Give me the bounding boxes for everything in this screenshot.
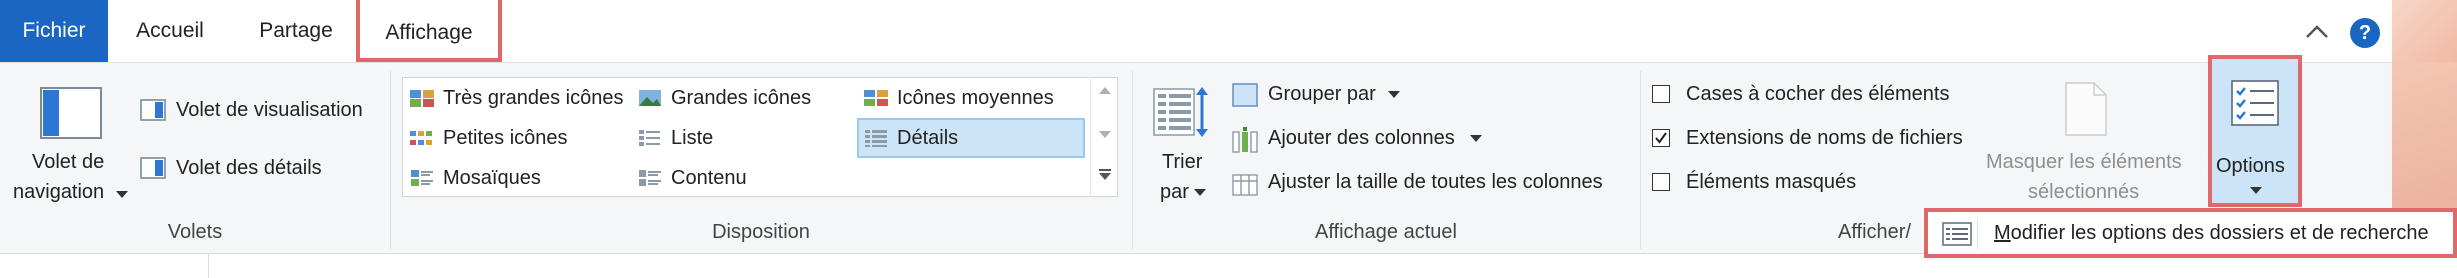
options-dropdown: Modifier les options des dossiers et de … (1924, 208, 2457, 258)
item-checkboxes-checkbox[interactable] (1652, 85, 1670, 103)
layout-tiles[interactable]: Mosaïques (405, 160, 629, 196)
scroll-up-icon[interactable] (1099, 87, 1111, 95)
caret-down-icon[interactable] (1194, 189, 1206, 197)
layout-content[interactable]: Contenu (633, 160, 857, 196)
small-icons-icon (410, 131, 432, 145)
layout-small-icons[interactable]: Petites icônes (405, 120, 629, 156)
gallery-more-icon[interactable] (1099, 169, 1111, 181)
sort-by-label-2[interactable]: par (1160, 181, 1189, 204)
tab-file[interactable]: Fichier (0, 0, 108, 62)
content-icon (639, 170, 661, 186)
navigation-pane-label-2[interactable]: navigation (13, 181, 104, 204)
layout-item-label: Petites icônes (443, 127, 568, 149)
tab-share[interactable]: Partage (252, 0, 340, 62)
file-extensions-checkbox[interactable] (1652, 129, 1670, 147)
tab-home[interactable]: Accueil (128, 0, 212, 62)
layout-gallery: Très grandes icônes Grandes icônes Icône… (402, 77, 1118, 197)
layout-gallery-scroller[interactable] (1090, 77, 1118, 197)
item-checkboxes-label[interactable]: Cases à cocher des éléments (1686, 83, 1949, 106)
file-extensions-label[interactable]: Extensions de noms de fichiers (1686, 127, 1963, 150)
change-folder-search-options-item[interactable]: Modifier les options des dossiers et de … (1994, 222, 2429, 245)
options-button[interactable]: Options (2208, 55, 2302, 207)
caret-down-icon[interactable] (1470, 135, 1482, 143)
large-icons-icon (639, 90, 661, 106)
group-label-panes: Volets (167, 221, 223, 243)
hide-selected-label-1[interactable]: Masquer les éléments (1986, 151, 2182, 174)
layout-list[interactable]: Liste (633, 120, 857, 156)
size-all-columns-button[interactable]: Ajuster la taille de toutes les colonnes (1268, 171, 1603, 194)
ribbon-tab-bar: Fichier Accueil Partage Affichage ? (0, 0, 2457, 62)
preview-pane-button[interactable]: Volet de visualisation (176, 99, 363, 122)
caret-down-icon[interactable] (1388, 91, 1400, 99)
divider (208, 254, 209, 278)
help-icon[interactable]: ? (2350, 18, 2380, 48)
list-icon (639, 130, 660, 146)
hide-selected-icon (2065, 82, 2107, 136)
layout-item-label: Icônes moyennes (897, 87, 1054, 109)
layout-item-label: Liste (671, 127, 714, 149)
extra-large-icons-icon (410, 90, 434, 107)
collapse-ribbon-icon[interactable] (2304, 20, 2330, 44)
hide-selected-label-2[interactable]: sélectionnés (2028, 181, 2139, 204)
layout-large-icons[interactable]: Grandes icônes (633, 80, 857, 116)
add-columns-icon (1232, 127, 1258, 153)
caret-down-icon (2250, 187, 2262, 194)
layout-extra-large-icons[interactable]: Très grandes icônes (405, 80, 629, 116)
navigation-pane-label-1[interactable]: Volet de (32, 151, 104, 174)
size-all-columns-icon (1232, 174, 1258, 196)
menu-item-text: odifier les options des dossiers et de r… (2010, 222, 2429, 244)
layout-item-label: Mosaïques (443, 167, 541, 189)
options-label: Options (2216, 155, 2285, 177)
sort-by-label-1[interactable]: Trier (1162, 151, 1202, 174)
scroll-down-icon[interactable] (1099, 131, 1111, 139)
checkmark-icon (1655, 132, 1667, 144)
preview-pane-icon (140, 99, 166, 121)
options-icon (2231, 80, 2279, 126)
layout-item-label: Très grandes icônes (443, 87, 624, 109)
folder-options-icon (1942, 222, 1972, 246)
details-pane-icon (140, 157, 166, 179)
hidden-items-checkbox[interactable] (1652, 173, 1670, 191)
medium-icons-icon (864, 90, 888, 106)
tiles-icon (411, 170, 433, 186)
layout-item-label: Détails (897, 127, 959, 149)
group-by-button[interactable]: Grouper par (1268, 83, 1376, 106)
details-pane-button[interactable]: Volet des détails (176, 157, 322, 180)
layout-details[interactable]: Détails (857, 118, 1085, 158)
layout-item-label: Grandes icônes (671, 87, 812, 109)
sort-by-icon (1153, 87, 1208, 137)
group-label-current-view: Affichage actuel (1315, 221, 1457, 243)
details-icon (865, 130, 887, 147)
group-by-icon (1232, 83, 1258, 107)
layout-medium-icons[interactable]: Icônes moyennes (859, 80, 1083, 116)
navigation-pane-icon (40, 87, 102, 139)
tab-view[interactable]: Affichage (356, 0, 502, 62)
hidden-items-label[interactable]: Éléments masqués (1686, 171, 1856, 194)
layout-item-label: Contenu (671, 167, 747, 189)
menu-accelerator-key: M (1994, 222, 2011, 244)
background-edge (2392, 0, 2457, 62)
group-label-layout: Disposition (712, 221, 810, 243)
dropdown-icon-column (1938, 218, 1978, 250)
group-separator (1640, 71, 1641, 249)
add-columns-button[interactable]: Ajouter des colonnes (1268, 127, 1455, 150)
group-label-show-hide: Afficher/ (1838, 221, 1911, 243)
caret-down-icon[interactable] (116, 191, 128, 199)
